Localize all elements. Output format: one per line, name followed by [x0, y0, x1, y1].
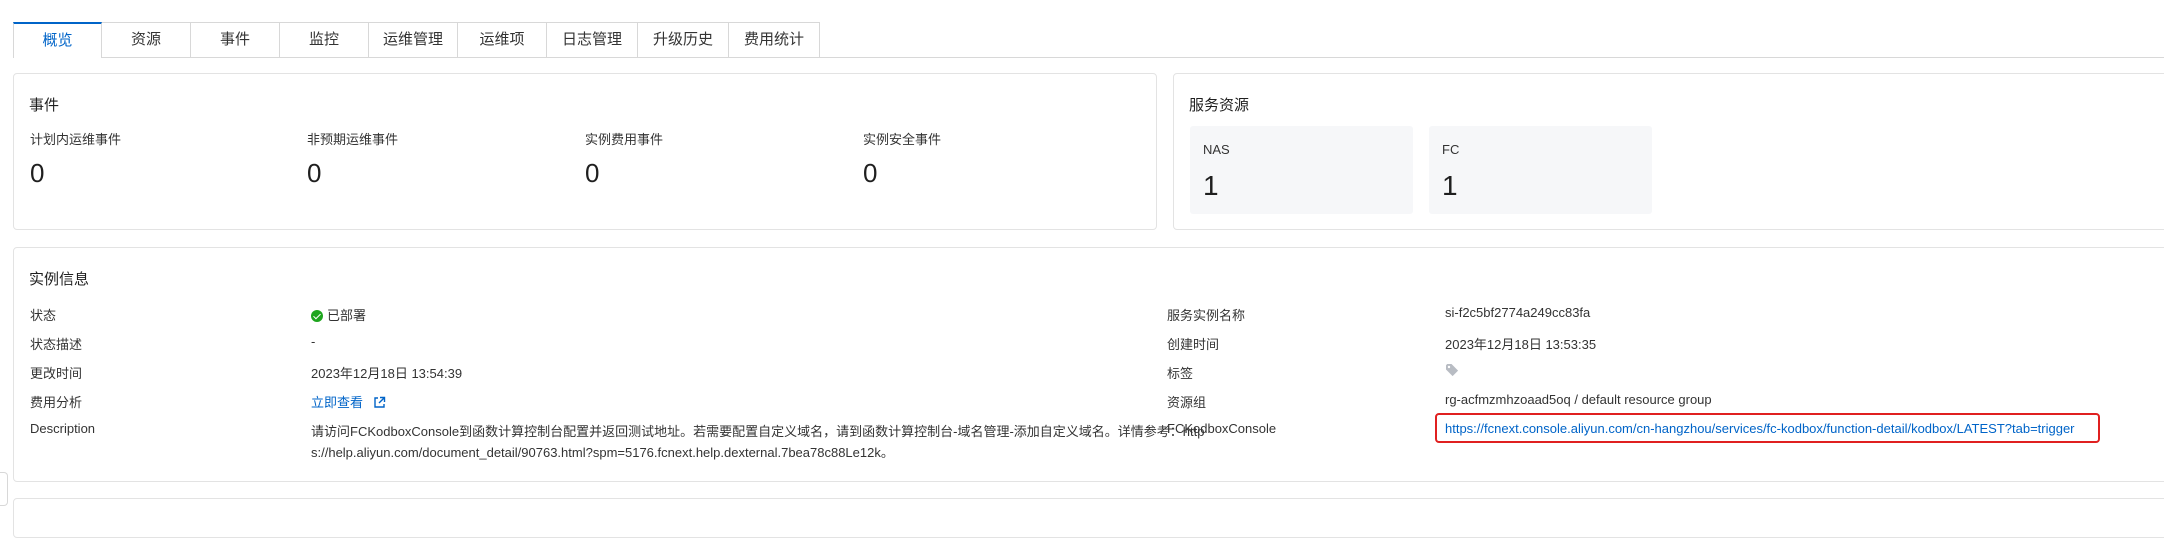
modified-time-value: 2023年12月18日 13:54:39 [311, 366, 463, 381]
description-label: Description [30, 421, 96, 436]
side-handle[interactable] [0, 472, 8, 506]
description-line-1: 请访问FCKodboxConsole到函数计算控制台配置并返回测试地址。若需要配… [311, 424, 1205, 439]
tab-monitoring[interactable]: 监控 [280, 22, 369, 57]
status-value: 已部署 [311, 305, 366, 324]
events-title: 事件 [29, 97, 60, 114]
tags-label: 标签 [1167, 366, 1194, 381]
instance-info-title: 实例信息 [29, 271, 90, 288]
description-line-2: s://help.aliyun.com/document_detail/9076… [311, 445, 894, 460]
event-security-value: 0 [863, 158, 878, 188]
resource-group-label: 资源组 [1167, 395, 1207, 410]
resource-nas-label: NAS [1203, 142, 1230, 157]
event-cost-label: 实例费用事件 [585, 132, 664, 147]
event-unexpected-value: 0 [307, 158, 322, 188]
instance-name-label: 服务实例名称 [1167, 308, 1246, 323]
tag-icon[interactable] [1445, 363, 1459, 377]
cost-analysis-value: 立即查看 [311, 392, 386, 411]
tab-ops-management[interactable]: 运维管理 [369, 22, 458, 57]
instance-name-value: si-f2c5bf2774a249cc83fa [1445, 305, 1591, 320]
tab-cost-statistics[interactable]: 费用统计 [729, 22, 820, 57]
event-planned-value: 0 [30, 158, 45, 188]
resource-nas-value: 1 [1203, 170, 1219, 201]
view-now-link[interactable]: 立即查看 [311, 395, 363, 410]
status-desc-label: 状态描述 [30, 337, 83, 352]
event-planned-label: 计划内运维事件 [30, 132, 122, 147]
external-link-icon[interactable] [373, 396, 386, 409]
check-circle-icon [311, 310, 323, 322]
resource-group-value: rg-acfmzmhzoaad5oq / default resource gr… [1445, 392, 1712, 407]
tab-overview[interactable]: 概览 [13, 22, 102, 58]
resource-fc-label: FC [1442, 142, 1460, 157]
resource-nas[interactable]: NAS 1 [1190, 126, 1413, 214]
resource-fc[interactable]: FC 1 [1429, 126, 1652, 214]
status-desc-value: - [311, 334, 316, 349]
event-unexpected-label: 非预期运维事件 [307, 132, 399, 147]
fckodbox-console-label: FCKodboxConsole [1167, 421, 1277, 436]
event-security-label: 实例安全事件 [863, 132, 942, 147]
tab-resources[interactable]: 资源 [102, 22, 191, 57]
resources-title: 服务资源 [1189, 97, 1250, 114]
created-time-value: 2023年12月18日 13:53:35 [1445, 337, 1597, 352]
tab-ops-items[interactable]: 运维项 [458, 22, 547, 57]
tab-bar: 概览 资源 事件 监控 运维管理 运维项 日志管理 升级历史 费用统计 [13, 22, 2164, 58]
resources-card: 服务资源 NAS 1 FC 1 [1173, 73, 2164, 230]
tab-log-management[interactable]: 日志管理 [547, 22, 638, 57]
tags-value [1445, 363, 1459, 380]
events-card: 事件 计划内运维事件 0 非预期运维事件 0 实例费用事件 0 实例安全事件 0 [13, 73, 1157, 230]
status-label: 状态 [30, 308, 57, 323]
cost-analysis-label: 费用分析 [30, 395, 83, 410]
instance-info-card: 实例信息 状态 已部署 状态描述 - 更改时间 2023年12月18日 13:5… [13, 247, 2164, 482]
modified-time-label: 更改时间 [30, 366, 83, 381]
event-cost-value: 0 [585, 158, 600, 188]
tab-events[interactable]: 事件 [191, 22, 280, 57]
tab-upgrade-history[interactable]: 升级历史 [638, 22, 729, 57]
resource-fc-value: 1 [1442, 170, 1458, 201]
next-card [13, 498, 2164, 538]
status-text: 已部署 [327, 308, 367, 323]
created-time-label: 创建时间 [1167, 337, 1220, 352]
highlight-box [1435, 413, 2100, 443]
